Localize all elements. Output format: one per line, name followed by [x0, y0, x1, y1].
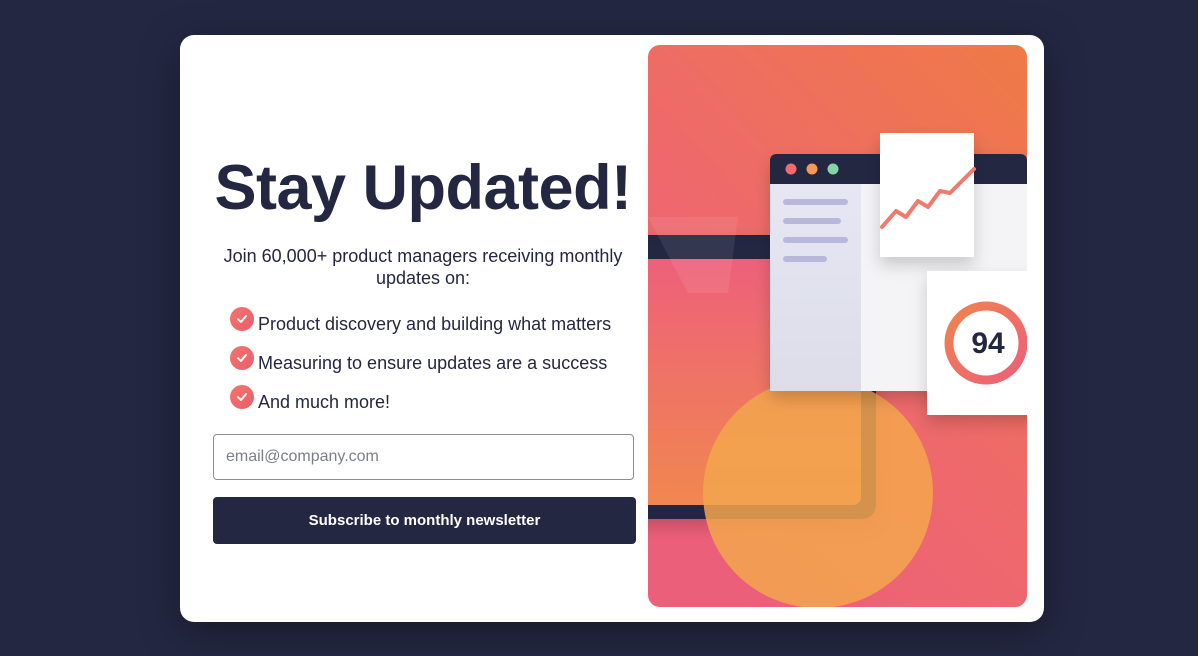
signup-content: Stay Updated! Join 60,000+ product manag…	[180, 35, 648, 622]
orange-dot	[806, 163, 818, 175]
score-value: 94	[971, 327, 1005, 360]
email-field[interactable]	[213, 434, 634, 480]
signup-card: Stay Updated! Join 60,000+ product manag…	[180, 35, 1044, 622]
feature-text: And much more!	[258, 392, 391, 412]
feature-text: Product discovery and building what matt…	[258, 314, 612, 334]
page-title: Stay Updated!	[214, 153, 632, 223]
subscribe-button[interactable]: Subscribe to monthly newsletter	[213, 497, 636, 544]
hero-illustration: 94	[648, 45, 1027, 607]
check-circle-icon	[230, 307, 254, 331]
dashboard-illustration: 94	[648, 45, 1027, 607]
check-circle-icon	[230, 346, 254, 370]
red-dot	[785, 163, 797, 175]
green-dot	[827, 163, 839, 175]
feature-text: Measuring to ensure updates are a succes…	[258, 353, 608, 373]
check-circle-icon	[230, 385, 254, 409]
intro-text: Join 60,000+ product managers receiving …	[223, 246, 623, 288]
